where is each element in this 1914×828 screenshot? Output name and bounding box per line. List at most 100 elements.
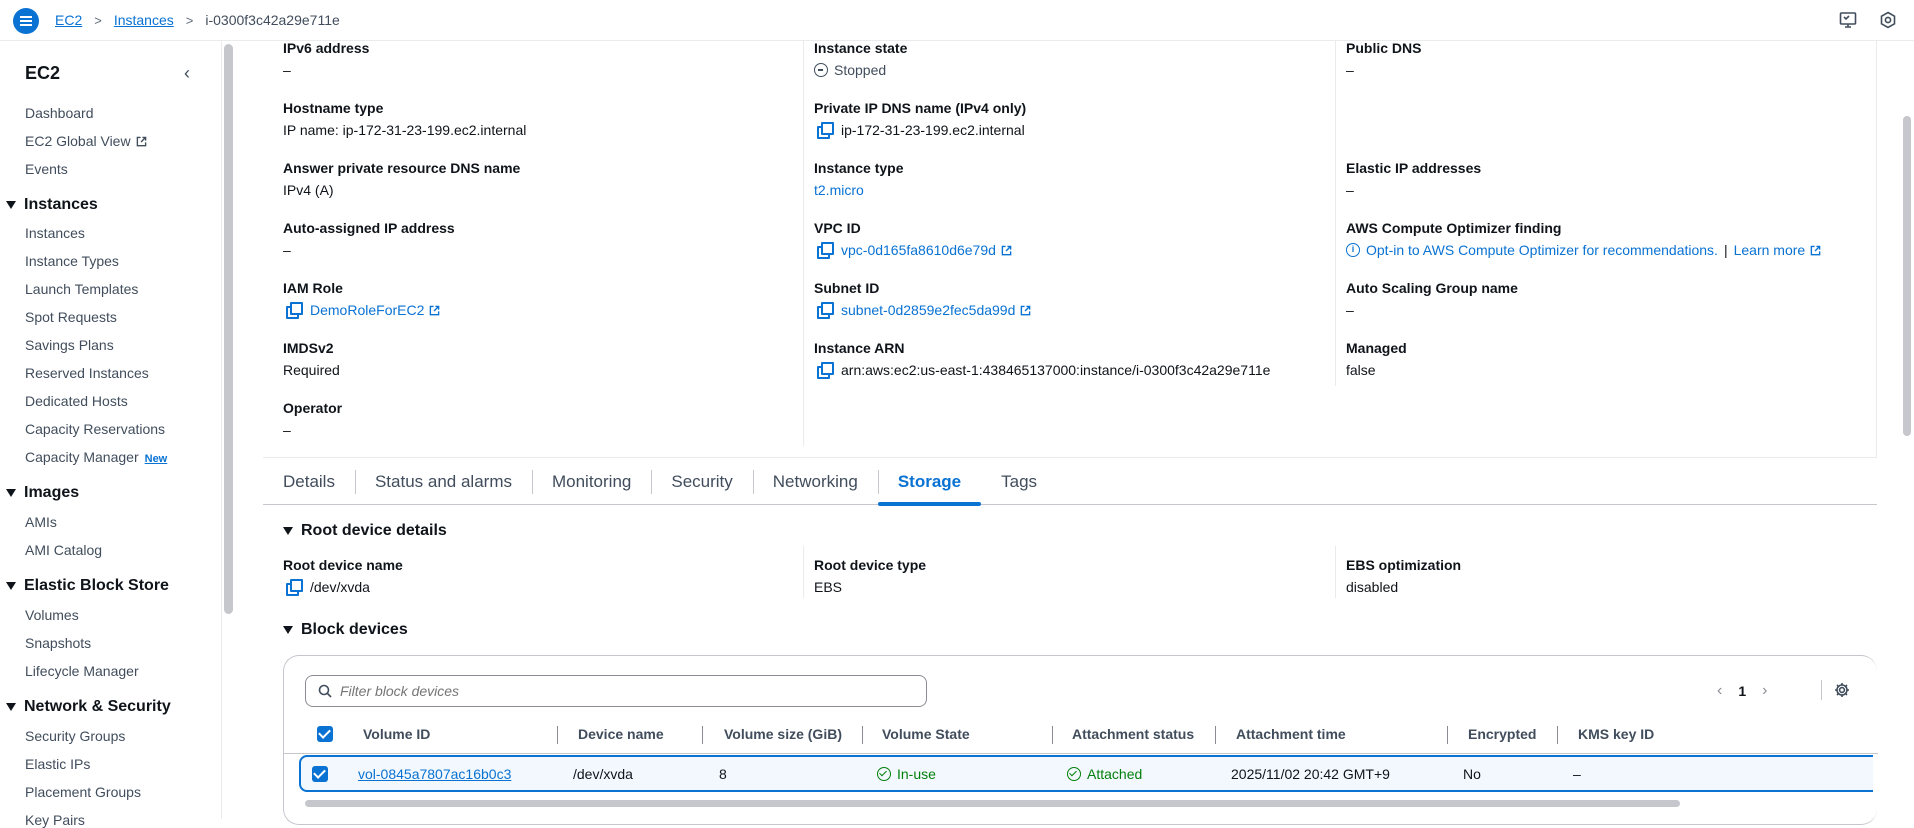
instance-type-link[interactable]: t2.micro	[814, 181, 864, 199]
sidebar-item-dedicated-hosts[interactable]: Dedicated Hosts	[25, 393, 128, 409]
table-row[interactable]: vol-0845a7807ac16b0c3 /dev/xvda 8 In-use…	[299, 755, 1873, 792]
sidebar-item-events[interactable]: Events	[25, 161, 68, 177]
field-label: IMDSv2	[283, 340, 334, 356]
sidebar-item-volumes[interactable]: Volumes	[25, 607, 79, 623]
iam-role-link[interactable]: DemoRoleForEC2	[310, 301, 424, 319]
breadcrumb-ec2[interactable]: EC2	[55, 12, 82, 28]
group-label: Instances	[24, 196, 98, 213]
sidebar-item-key-pairs[interactable]: Key Pairs	[25, 812, 85, 828]
field-value: Stopped	[834, 62, 887, 78]
subnet-id-link[interactable]: subnet-0d2859e2fec5da99d	[841, 301, 1015, 319]
page-number[interactable]: 1	[1738, 683, 1746, 699]
copy-icon[interactable]	[817, 122, 834, 139]
sidebar-item-reserved-instances[interactable]: Reserved Instances	[25, 365, 149, 381]
col-attachment-time[interactable]: Attachment time	[1236, 714, 1346, 754]
tab-networking[interactable]: Networking	[752, 458, 878, 505]
sidebar-item-spot-requests[interactable]: Spot Requests	[25, 309, 117, 325]
volume-id-link[interactable]: vol-0845a7807ac16b0c3	[358, 766, 511, 782]
table-preferences[interactable]	[1821, 680, 1849, 700]
col-volume-id[interactable]: Volume ID	[363, 714, 430, 754]
filter-input[interactable]	[340, 683, 920, 699]
sidebar-item-label: Capacity Manager	[25, 449, 139, 465]
top-bar: EC2 > Instances > i-0300f3c42a29e711e	[0, 0, 1914, 41]
table-horizontal-scrollbar[interactable]	[283, 798, 1877, 808]
previous-page-icon[interactable]: ‹	[1717, 682, 1722, 700]
field-subnet-id: Subnet ID subnet-0d2859e2fec5da99d	[814, 279, 1031, 319]
sidebar-item-launch-templates[interactable]: Launch Templates	[25, 281, 138, 297]
sidebar-item-capacity-reservations[interactable]: Capacity Reservations	[25, 421, 165, 437]
col-volume-size[interactable]: Volume size (GiB)	[724, 714, 842, 754]
column-resizer[interactable]	[1052, 726, 1053, 744]
field-value: –	[283, 62, 291, 78]
sidebar-item-security-groups[interactable]: Security Groups	[25, 728, 125, 744]
column-resizer[interactable]	[1447, 726, 1448, 744]
sidebar-group-images[interactable]: Images	[6, 484, 79, 502]
sidebar-item-snapshots[interactable]: Snapshots	[25, 635, 91, 651]
block-devices-header[interactable]: Block devices	[283, 621, 408, 639]
tab-details[interactable]: Details	[263, 458, 355, 505]
vpc-id-link[interactable]: vpc-0d165fa8610d6e79d	[841, 241, 996, 259]
copy-icon[interactable]	[817, 242, 834, 259]
caret-down-icon	[283, 626, 293, 634]
filter-block-devices[interactable]	[305, 675, 927, 707]
tab-status-and-alarms[interactable]: Status and alarms	[354, 458, 532, 505]
sidebar-item-dashboard[interactable]: Dashboard	[25, 105, 94, 121]
column-resizer[interactable]	[862, 726, 863, 744]
sidebar-item-global-view[interactable]: EC2 Global View	[25, 133, 147, 149]
sidebar-item-savings-plans[interactable]: Savings Plans	[25, 337, 114, 353]
next-page-icon[interactable]: ›	[1762, 682, 1767, 700]
col-attachment-status[interactable]: Attachment status	[1072, 714, 1194, 754]
col-volume-state[interactable]: Volume State	[882, 714, 970, 754]
sidebar-item-instances[interactable]: Instances	[25, 225, 85, 241]
instance-summary-panel: IPv6 address – Hostname type IP name: ip…	[263, 39, 1877, 458]
status-text: In-use	[897, 765, 936, 782]
sidebar-group-network-security[interactable]: Network & Security	[6, 698, 171, 716]
tab-tags[interactable]: Tags	[981, 458, 1057, 505]
tab-storage[interactable]: Storage	[877, 458, 982, 506]
col-kms-key-id[interactable]: KMS key ID	[1578, 714, 1654, 754]
sidebar-item-capacity-manager[interactable]: Capacity Manager New	[25, 449, 167, 465]
row-checkbox[interactable]	[312, 757, 328, 790]
sidebar-scrollbar[interactable]	[224, 44, 233, 614]
col-device-name[interactable]: Device name	[578, 714, 664, 754]
cell-volume-size: 8	[719, 765, 727, 782]
separator: |	[1723, 242, 1728, 258]
sidebar-item-ami-catalog[interactable]: AMI Catalog	[25, 542, 102, 558]
column-resizer[interactable]	[1557, 726, 1558, 744]
sidebar-group-ebs[interactable]: Elastic Block Store	[6, 577, 169, 595]
field-label: Private IP DNS name (IPv4 only)	[814, 100, 1027, 116]
settings-icon[interactable]	[1879, 11, 1897, 29]
copy-icon[interactable]	[286, 302, 303, 319]
field-label: Root device type	[814, 557, 927, 573]
tab-security[interactable]: Security	[651, 458, 752, 505]
col-encrypted[interactable]: Encrypted	[1468, 714, 1536, 754]
learn-more-link[interactable]: Learn more	[1734, 241, 1806, 259]
copy-icon[interactable]	[817, 362, 834, 379]
root-device-details-header[interactable]: Root device details	[283, 522, 447, 540]
column-resizer[interactable]	[1215, 726, 1216, 744]
collapse-sidebar-icon[interactable]: ‹	[184, 63, 190, 84]
breadcrumb-instances[interactable]: Instances	[114, 12, 174, 28]
sidebar-group-instances[interactable]: Instances	[6, 196, 98, 214]
group-label: Images	[24, 484, 80, 501]
copy-icon[interactable]	[286, 579, 303, 596]
page-scrollbar[interactable]	[1903, 116, 1911, 436]
breadcrumb-current: i-0300f3c42a29e711e	[205, 12, 340, 28]
compute-optimizer-opt-in-link[interactable]: Opt-in to AWS Compute Optimizer for reco…	[1366, 241, 1718, 259]
sidebar-item-lifecycle-manager[interactable]: Lifecycle Manager	[25, 663, 139, 679]
sidebar-item-amis[interactable]: AMIs	[25, 514, 57, 530]
scrollbar-thumb[interactable]	[305, 800, 1680, 807]
column-resizer[interactable]	[557, 726, 558, 744]
tab-monitoring[interactable]: Monitoring	[531, 458, 651, 505]
copy-icon[interactable]	[817, 302, 834, 319]
column-resizer[interactable]	[702, 726, 703, 744]
sidebar-item-placement-groups[interactable]: Placement Groups	[25, 784, 141, 800]
column-divider	[1335, 41, 1336, 386]
sidebar-item-elastic-ips[interactable]: Elastic IPs	[25, 756, 90, 772]
screen-notes-icon[interactable]	[1839, 11, 1857, 29]
field-private-ip-dns: Private IP DNS name (IPv4 only) ip-172-3…	[814, 99, 1026, 139]
sidebar-item-instance-types[interactable]: Instance Types	[25, 253, 119, 269]
menu-icon[interactable]	[13, 8, 39, 34]
select-all-checkbox[interactable]	[317, 714, 333, 754]
field-instance-state: Instance state Stopped	[814, 39, 907, 79]
